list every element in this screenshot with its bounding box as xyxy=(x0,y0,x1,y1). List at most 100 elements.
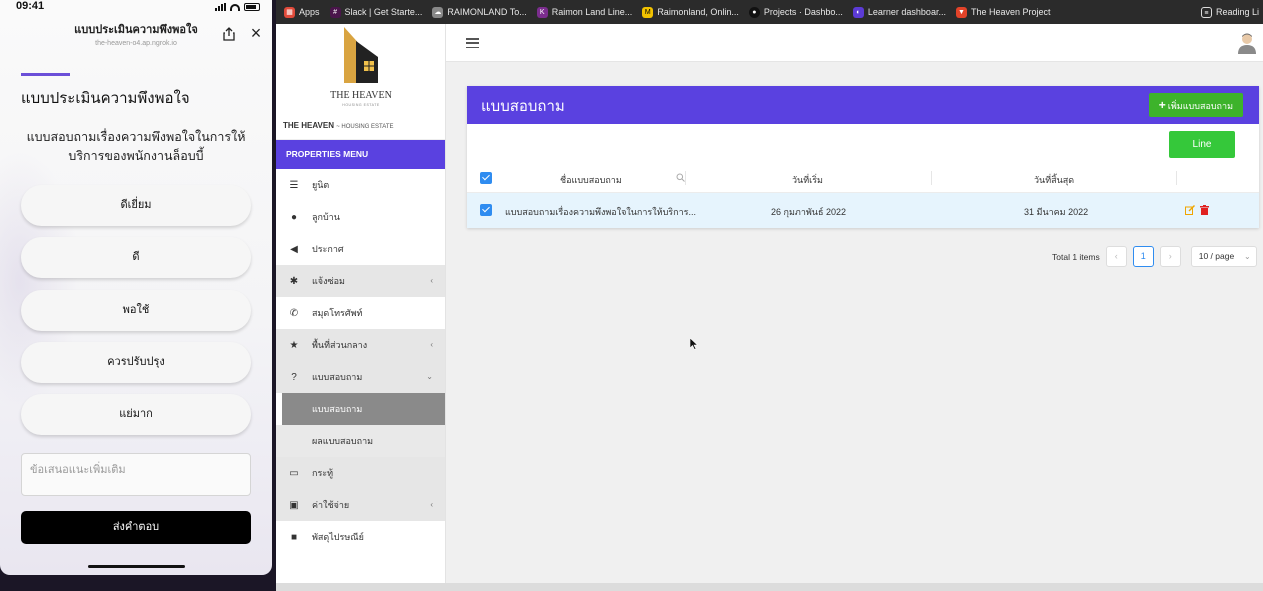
bookmark-raimon-land-line[interactable]: K Raimon Land Line... xyxy=(536,6,632,18)
rating-option-improve[interactable]: ควรปรับปรุง xyxy=(21,342,251,383)
sidebar-item-survey[interactable]: ? แบบสอบถาม ⌄ xyxy=(276,361,445,393)
prev-page-button[interactable]: ‹ xyxy=(1105,246,1127,267)
search-icon[interactable] xyxy=(676,173,685,182)
bookmark-raimonland-to[interactable]: ☁ RAIMONLAND To... xyxy=(432,6,527,18)
star-icon: ★ xyxy=(289,339,299,351)
reading-list-icon: ≡ xyxy=(1200,6,1212,18)
table-row[interactable]: แบบสอบถามเรื่องความพึงพอใจในการให้บริการ… xyxy=(467,193,1259,228)
brand-line: THE HEAVEN ~ HOUSING ESTATE xyxy=(283,121,394,130)
list-icon: ☰ xyxy=(289,179,299,191)
phone-icon: ✆ xyxy=(289,307,299,319)
hamburger-menu-icon[interactable] xyxy=(466,38,479,48)
rating-option-fair[interactable]: พอใช้ xyxy=(21,290,251,331)
survey-heading: แบบประเมินความพึงพอใจ xyxy=(21,90,190,107)
bookmark-apps[interactable]: ▦ Apps xyxy=(284,6,320,18)
pagination-total: Total 1 items xyxy=(1052,251,1100,262)
brand-subtitle: ~ HOUSING ESTATE xyxy=(336,124,394,130)
archive-icon: ■ xyxy=(290,531,298,543)
sidebar-subitem-survey-list[interactable]: แบบสอบถาม xyxy=(282,393,445,425)
question-circle-icon: ? xyxy=(291,371,297,383)
mouse-cursor-icon xyxy=(690,338,698,350)
sidebar-item-units[interactable]: ☰ ยูนิต xyxy=(276,169,445,201)
delete-icon[interactable] xyxy=(1200,205,1209,215)
edit-icon[interactable] xyxy=(1185,205,1195,215)
webview-url: the-heaven-o4.ap.ngrok.io xyxy=(95,40,177,47)
browser-window: ▦ Apps # Slack | Get Starte... ☁ RAIMONLAND… xyxy=(276,0,1263,591)
brand-logo: THE HEAVEN HOUSING ESTATE THE HEAVEN ~ H… xyxy=(276,24,445,140)
bookmark-the-heaven-project[interactable]: ▼ The Heaven Project xyxy=(955,6,1051,18)
phone-status-bar: 09:41 xyxy=(0,0,272,16)
pagination: Total 1 items ‹ 1 › 10 / page ⌄ xyxy=(1052,246,1257,267)
money-icon: ▣ xyxy=(289,499,299,511)
survey-name-cell: แบบสอบถามเรื่องความพึงพอใจในการให้บริการ… xyxy=(505,207,696,217)
select-all-checkbox[interactable] xyxy=(480,172,492,184)
column-header-start-date[interactable]: วันที่เริ่ม xyxy=(792,173,823,187)
page-title: แบบสอบถาม xyxy=(481,98,565,115)
github-icon: ● xyxy=(748,6,760,18)
chevron-left-icon: ‹ xyxy=(430,340,433,349)
rating-option-good[interactable]: ดี xyxy=(21,237,251,278)
start-date-cell: 26 กุมภาพันธ์ 2022 xyxy=(771,207,846,217)
logo-subtitle: HOUSING ESTATE xyxy=(342,103,380,107)
suggestion-textarea[interactable]: ข้อเสนอแนะเพิ่มเติม xyxy=(21,453,251,496)
sidebar-item-repairs[interactable]: ✱ แจ้งซ่อม ‹ xyxy=(276,265,445,297)
megaphone-icon: ◀ xyxy=(290,243,298,255)
sidebar-item-common-area[interactable]: ★ พื้นที่ส่วนกลาง ‹ xyxy=(276,329,445,361)
plus-icon: + xyxy=(1158,98,1166,112)
card-header: แบบสอบถาม + เพิ่มแบบสอบถาม xyxy=(467,86,1259,124)
survey-subtitle: แบบสอบถามเรื่องความพึงพอใจในการให้บริการ… xyxy=(26,130,246,163)
gear-icon: ✱ xyxy=(289,275,299,287)
share-icon[interactable] xyxy=(222,27,236,41)
brand-name: THE HEAVEN xyxy=(283,121,334,130)
wifi-icon xyxy=(230,3,240,11)
sidebar-item-forum[interactable]: ▭ กระทู้ xyxy=(276,457,445,489)
column-header-name[interactable]: ชื่อแบบสอบถาม xyxy=(560,173,622,187)
column-header-end-date[interactable]: วันที่สิ้นสุด xyxy=(1034,173,1074,187)
menu-header: PROPERTIES MENU xyxy=(276,140,445,169)
cloud-icon: ☁ xyxy=(432,6,444,18)
home-indicator xyxy=(88,565,185,568)
bookmark-slack[interactable]: # Slack | Get Starte... xyxy=(329,6,422,18)
table-header: ชื่อแบบสอบถาม วันที่เริ่ม วันที่สิ้นสุด xyxy=(467,163,1259,193)
chevron-down-icon: ⌄ xyxy=(1244,252,1251,261)
signal-icon xyxy=(215,3,226,11)
apps-grid-icon: ▦ xyxy=(284,6,295,18)
column-separator xyxy=(685,171,686,185)
slack-icon: # xyxy=(329,6,341,18)
reading-list[interactable]: ≡ Reading Li xyxy=(1200,0,1259,24)
row-checkbox[interactable] xyxy=(480,204,492,216)
kd-icon: K xyxy=(536,6,548,18)
learner-icon: ◐ xyxy=(852,6,864,18)
user-avatar-icon[interactable] xyxy=(1237,32,1257,54)
sidebar-item-announcements[interactable]: ◀ ประกาศ xyxy=(276,233,445,265)
sidebar-item-phonebook[interactable]: ✆ สมุดโทรศัพท์ xyxy=(276,297,445,329)
close-icon[interactable]: × xyxy=(248,24,264,42)
gitlab-icon: ▼ xyxy=(955,6,967,18)
mobile-survey-preview: 09:41 แบบประเมินความพึงพอใจ the-heaven-o… xyxy=(0,0,272,575)
sidebar-subitem-survey-results[interactable]: ผลแบบสอบถาม xyxy=(276,425,445,457)
sidebar-item-expenses[interactable]: ▣ ค่าใช้จ่าย ‹ xyxy=(276,489,445,521)
rating-option-poor[interactable]: แย่มาก xyxy=(21,394,251,435)
chevron-down-icon: ⌄ xyxy=(426,372,433,381)
page-number-button[interactable]: 1 xyxy=(1132,246,1154,267)
bookmark-raimonland-online[interactable]: M Raimonland, Onlin... xyxy=(642,6,739,18)
bookmark-projects-dashboard[interactable]: ● Projects · Dashbo... xyxy=(748,6,843,18)
add-survey-button[interactable]: + เพิ่มแบบสอบถาม xyxy=(1148,93,1243,117)
line-button[interactable]: Line xyxy=(1169,131,1235,158)
inbox-icon: ▭ xyxy=(289,467,299,479)
next-page-button[interactable]: › xyxy=(1159,246,1181,267)
page-size-select[interactable]: 10 / page ⌄ xyxy=(1190,246,1257,267)
survey-list-card: แบบสอบถาม + เพิ่มแบบสอบถาม Line ชื่อแบบสอ… xyxy=(467,86,1259,228)
column-separator xyxy=(931,171,932,185)
status-icons xyxy=(215,3,260,11)
house-logo-icon xyxy=(344,27,378,83)
bookmarks-bar: ▦ Apps # Slack | Get Starte... ☁ RAIMONLAND… xyxy=(276,0,1263,24)
bookmark-learner-dashboard[interactable]: ◐ Learner dashboar... xyxy=(852,6,946,18)
rating-option-excellent[interactable]: ดีเยี่ยม xyxy=(21,185,251,226)
logo-name: THE HEAVEN xyxy=(330,90,392,101)
sidebar-item-residents[interactable]: ● ลูกบ้าน xyxy=(276,201,445,233)
chevron-left-icon: ‹ xyxy=(430,276,433,285)
battery-icon xyxy=(244,3,260,11)
submit-button[interactable]: ส่งคำตอบ xyxy=(21,511,251,544)
sidebar-item-parcels[interactable]: ■ พัสดุไปรษณีย์ xyxy=(276,521,445,553)
